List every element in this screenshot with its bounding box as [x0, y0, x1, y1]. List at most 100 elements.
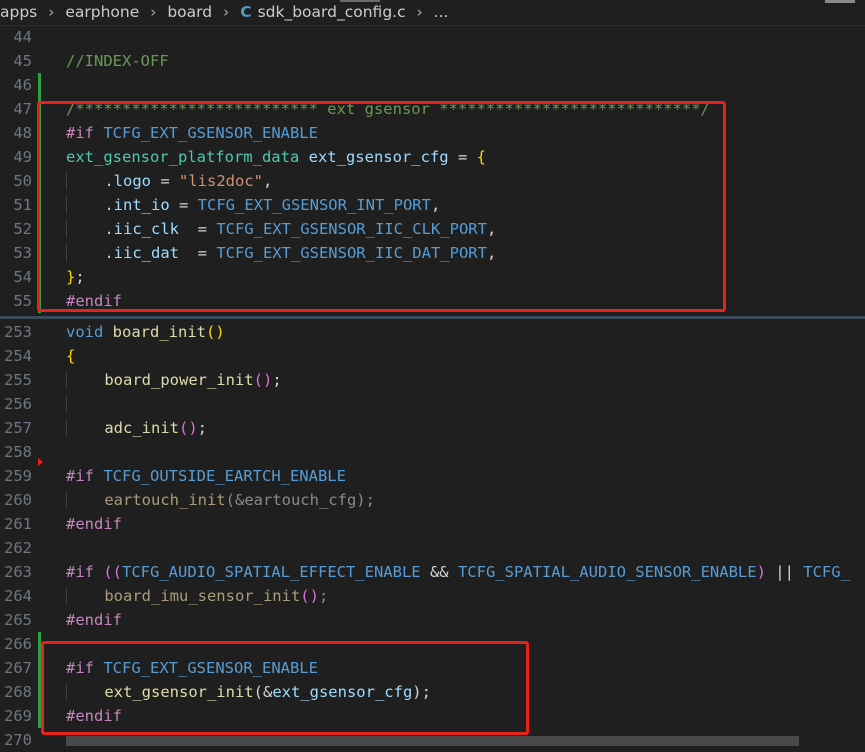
code-text: #endif — [66, 608, 122, 632]
breadcrumb-item-earphone[interactable]: earphone — [65, 0, 139, 25]
code-line[interactable]: 268 ext_gsensor_init(&ext_gsensor_cfg); — [0, 680, 865, 704]
line-number: 45 — [13, 52, 32, 70]
line-number: 264 — [4, 587, 32, 605]
code-line[interactable]: 255 board_power_init(); — [0, 368, 865, 392]
indent-guide — [66, 419, 105, 437]
code-line[interactable]: 257 adc_init(); — [0, 416, 865, 440]
code-text: { — [66, 344, 75, 368]
line-number: 268 — [4, 683, 32, 701]
c-file-icon: C — [240, 3, 252, 21]
code-line[interactable]: 50 .logo = "lis2doc", — [0, 169, 865, 193]
code-line[interactable]: 44 — [0, 25, 865, 49]
code-text — [66, 392, 105, 416]
code-text: #endif — [66, 289, 122, 313]
breadcrumb-file-label: sdk_board_config.c — [257, 3, 406, 21]
code-line[interactable]: 267 #if TCFG_EXT_GSENSOR_ENABLE — [0, 656, 865, 680]
line-number: 254 — [4, 347, 32, 365]
line-number: 51 — [13, 196, 32, 214]
code-line[interactable]: 254 { — [0, 344, 865, 368]
code-token: ; — [75, 268, 85, 286]
code-token: "lis2doc" — [179, 172, 263, 190]
code-line[interactable]: 49 ext_gsensor_platform_data ext_gsensor_… — [0, 145, 865, 169]
code-line[interactable]: 53 .iic_dat = TCFG_EXT_GSENSOR_IIC_DAT_P… — [0, 241, 865, 265]
line-number: 263 — [4, 563, 32, 581]
code-token: , — [430, 196, 441, 214]
code-token: #if — [66, 467, 94, 485]
breakpoint-marker-icon[interactable] — [38, 458, 43, 466]
breadcrumb-more[interactable]: ... — [434, 0, 449, 25]
code-line[interactable]: 256 — [0, 392, 865, 416]
indent-guide — [66, 244, 105, 262]
code-token: void — [66, 323, 104, 341]
code-text: #if TCFG_EXT_GSENSOR_ENABLE — [66, 121, 318, 145]
code-token: TCFG_EXT_GSENSOR_ENABLE — [103, 659, 318, 677]
code-token: = — [178, 220, 217, 238]
modified-line-indicator[interactable] — [38, 97, 41, 121]
modified-line-indicator[interactable] — [38, 632, 41, 656]
breadcrumb-item-apps[interactable]: apps — [0, 0, 37, 25]
modified-line-indicator[interactable] — [38, 121, 41, 145]
modified-line-indicator[interactable] — [38, 241, 41, 265]
code-line[interactable]: 45 //INDEX-OFF — [0, 49, 865, 73]
code-line[interactable]: 52 .iic_clk = TCFG_EXT_GSENSOR_IIC_CLK_P… — [0, 217, 865, 241]
code-text: board_power_init(); — [66, 368, 282, 392]
line-number: 261 — [4, 515, 32, 533]
modified-line-indicator[interactable] — [38, 145, 41, 169]
modified-line-indicator[interactable] — [38, 265, 41, 289]
line-number: 257 — [4, 419, 32, 437]
code-token: } — [66, 268, 76, 286]
code-line[interactable]: 261 #endif — [0, 512, 865, 536]
modified-line-indicator[interactable] — [38, 704, 41, 728]
modified-line-indicator[interactable] — [38, 169, 41, 193]
code-line[interactable]: 54}; — [0, 265, 865, 289]
line-number: 46 — [13, 76, 32, 94]
modified-line-indicator[interactable] — [38, 217, 41, 241]
code-token: board_init — [112, 323, 206, 341]
code-line[interactable]: 264 board_imu_sensor_init(); — [0, 584, 865, 608]
code-text: #endif — [66, 512, 122, 536]
code-line[interactable]: 262 — [0, 536, 865, 560]
code-token: = — [151, 172, 179, 190]
line-number: 265 — [4, 611, 32, 629]
code-text: adc_init(); — [66, 416, 207, 440]
code-token: , — [263, 172, 273, 190]
modified-line-indicator[interactable] — [38, 656, 41, 680]
breadcrumb-item-board[interactable]: board — [167, 0, 212, 25]
code-line[interactable]: 46 — [0, 73, 865, 97]
chevron-right-icon: › — [48, 3, 55, 21]
code-token: .int_io — [104, 196, 170, 214]
code-line[interactable]: 260 eartouch_init(&eartouch_cfg); — [0, 488, 865, 512]
code-token: //INDEX-OFF — [66, 52, 169, 70]
code-token: .iic_clk — [104, 220, 179, 238]
code-token: TCFG_EXT_GSENSOR_IIC_CLK_PORT — [216, 220, 487, 238]
code-token: && — [420, 563, 458, 581]
code-line[interactable]: 55 #endif — [0, 289, 865, 313]
code-line[interactable]: 47 /************************** ext gsenso… — [0, 97, 865, 121]
horizontal-scrollbar[interactable] — [66, 736, 799, 746]
code-line[interactable]: 48 #if TCFG_EXT_GSENSOR_ENABLE — [0, 121, 865, 145]
code-token: ); — [412, 683, 431, 701]
modified-line-indicator[interactable] — [38, 73, 41, 97]
code-line[interactable]: 259 #if TCFG_OUTSIDE_EARTCH_ENABLE — [0, 464, 865, 488]
breadcrumb: apps › earphone › board › Csdk_board_con… — [0, 0, 865, 26]
code-line[interactable]: 265 #endif — [0, 608, 865, 632]
modified-line-indicator[interactable] — [38, 289, 41, 313]
code-token: (&eartouch_cfg); — [225, 491, 375, 509]
modified-line-indicator[interactable] — [38, 680, 41, 704]
modified-line-indicator[interactable] — [38, 193, 41, 217]
indent-guide — [66, 395, 105, 413]
code-text: eartouch_init(&eartouch_cfg); — [66, 488, 375, 512]
code-token: TCFG_ — [803, 563, 850, 581]
code-line[interactable]: 51 .int_io = TCFG_EXT_GSENSOR_INT_PORT, — [0, 193, 865, 217]
code-line[interactable]: 253 void board_init() — [0, 320, 865, 344]
code-line[interactable]: 269 #endif — [0, 704, 865, 728]
line-number: 253 — [4, 323, 32, 341]
code-line[interactable]: 266 — [0, 632, 865, 656]
breadcrumb-item-file[interactable]: Csdk_board_config.c — [240, 0, 405, 25]
code-line[interactable]: 258 — [0, 440, 865, 464]
code-line[interactable]: 263 #if ((TCFG_AUDIO_SPATIAL_EFFECT_ENABL… — [0, 560, 865, 584]
indent-guide — [66, 220, 105, 238]
code-token: { — [66, 347, 76, 365]
